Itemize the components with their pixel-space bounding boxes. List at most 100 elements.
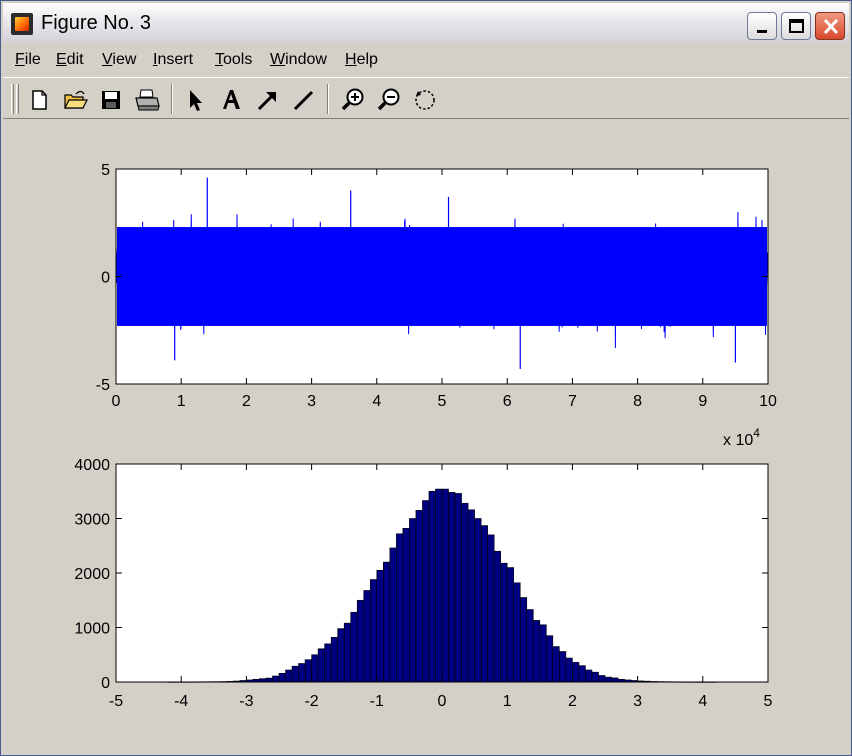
histogram-bar [532,620,541,683]
insert-line-icon[interactable] [289,86,317,114]
histogram-bar [474,518,482,683]
histogram-x-tick-label: -5 [109,693,123,710]
histogram-bar [604,676,612,683]
histogram-plot: -5 -4 -3 -2 -1 0 1 2 3 4 5 0 1000 2000 3000 4000 [74,457,772,710]
menu-help[interactable]: Help [345,51,378,69]
menu-tools[interactable]: Tools [215,51,252,69]
title-bar[interactable]: Figure No. 3 [3,3,849,43]
histogram-bar [337,628,345,683]
zoom-in-icon[interactable] [339,86,367,114]
menu-file[interactable]: File [15,51,41,69]
histogram-bar [435,488,443,683]
zoom-out-icon[interactable] [375,86,403,114]
signal-y-tick-label: 5 [101,162,110,179]
signal-x-tick-label: 6 [503,393,512,410]
histogram-bar [598,675,606,683]
signal-y-tick-label: 0 [101,270,110,287]
toolbar-separator-2 [327,84,329,114]
maximize-button[interactable] [781,12,811,40]
histogram-bar [350,611,358,683]
histogram-y-tick-label: 2000 [74,566,110,583]
histogram-bar [402,528,410,683]
signal-x-tick-label: 5 [438,393,447,410]
histogram-bar [311,654,319,683]
new-file-icon[interactable] [25,86,53,114]
histogram-bar [396,533,404,683]
histogram-bar [428,490,436,683]
menu-edit[interactable]: Edit [56,51,84,69]
histogram-y-tick-label: 3000 [74,512,110,529]
histogram-y-tick-label: 4000 [74,457,110,474]
save-icon[interactable] [97,86,125,114]
histogram-x-tick-label: 2 [568,693,577,710]
histogram-bar [513,582,521,683]
histogram-bar [298,663,306,683]
histogram-bar [259,678,267,683]
histogram-bar [265,677,273,683]
signal-plot: 0 1 2 3 4 5 6 7 8 9 10 -505 x 104 [96,162,777,449]
histogram-bar [493,550,501,683]
histogram-bar [363,590,371,683]
matlab-logo-icon [11,13,33,35]
histogram-x-tick-label: 4 [698,693,707,710]
maximize-icon [789,19,804,33]
menu-window[interactable]: Window [270,51,327,69]
histogram-bar [291,665,299,683]
signal-x-tick-label: 10 [759,393,777,410]
histogram-bar [461,502,469,683]
histogram-bar [572,662,580,683]
toolbar-separator [171,84,173,114]
histogram-bar [343,622,352,683]
histogram-bar [552,646,560,683]
histogram-x-tick-label: -3 [239,693,253,710]
insert-text-icon[interactable] [217,86,245,114]
histogram-x-tick-label: 5 [764,693,773,710]
histogram-x-tick-label: 1 [503,693,512,710]
signal-x-tick-label: 2 [242,393,251,410]
menu-insert[interactable]: Insert [153,51,193,69]
figure-canvas: 0 1 2 3 4 5 6 7 8 9 10 -505 x 104 -5 -4 -3 -2 -1 0 1 2 3 4 5… [74,162,777,710]
menu-bar: File Edit View Insert Tools Window Help [3,45,849,75]
signal-x-tick-label: 1 [177,393,186,410]
histogram-bar [467,509,475,683]
histogram-bar [611,677,619,683]
histogram-y-tick-label: 1000 [74,621,110,638]
histogram-bar [500,562,508,683]
histogram-y-tick-label: 0 [101,675,110,692]
close-icon [823,18,839,35]
minimize-button[interactable] [747,12,777,40]
histogram-bar [480,525,488,683]
histogram-bar [285,669,293,683]
histogram-bar [272,675,280,683]
select-arrow-icon[interactable] [181,86,209,114]
histogram-bar [454,493,462,683]
toolbar-grip-2[interactable] [16,84,19,114]
x-multiplier-label: x 104 [723,426,760,449]
histogram-bar [278,672,286,683]
close-button[interactable] [815,12,845,40]
signal-x-tick-label: 7 [568,393,577,410]
histogram-bar [383,561,391,683]
histogram-bar [506,567,515,683]
histogram-bar [578,665,586,683]
print-icon[interactable] [133,86,161,114]
histogram-bar [519,597,528,683]
histogram-bar [376,569,384,683]
histogram-x-tick-label: -4 [174,693,188,710]
toolbar [3,77,849,119]
signal-x-tick-label: 3 [307,393,316,410]
histogram-bar [546,635,554,683]
rotate-icon[interactable] [411,86,439,114]
histogram-bar [539,624,547,683]
histogram-bar [356,599,365,683]
histogram-bar [591,671,599,683]
insert-arrow-icon[interactable] [253,86,281,114]
histogram-bar [559,651,567,683]
open-folder-icon[interactable] [61,86,89,114]
menu-view[interactable]: View [102,51,136,69]
histogram-bar [330,637,338,683]
signal-x-tick-label: 8 [633,393,642,410]
signal-x-tick-label: 9 [698,393,707,410]
histogram-bar [526,609,534,683]
toolbar-grip[interactable] [11,84,14,114]
